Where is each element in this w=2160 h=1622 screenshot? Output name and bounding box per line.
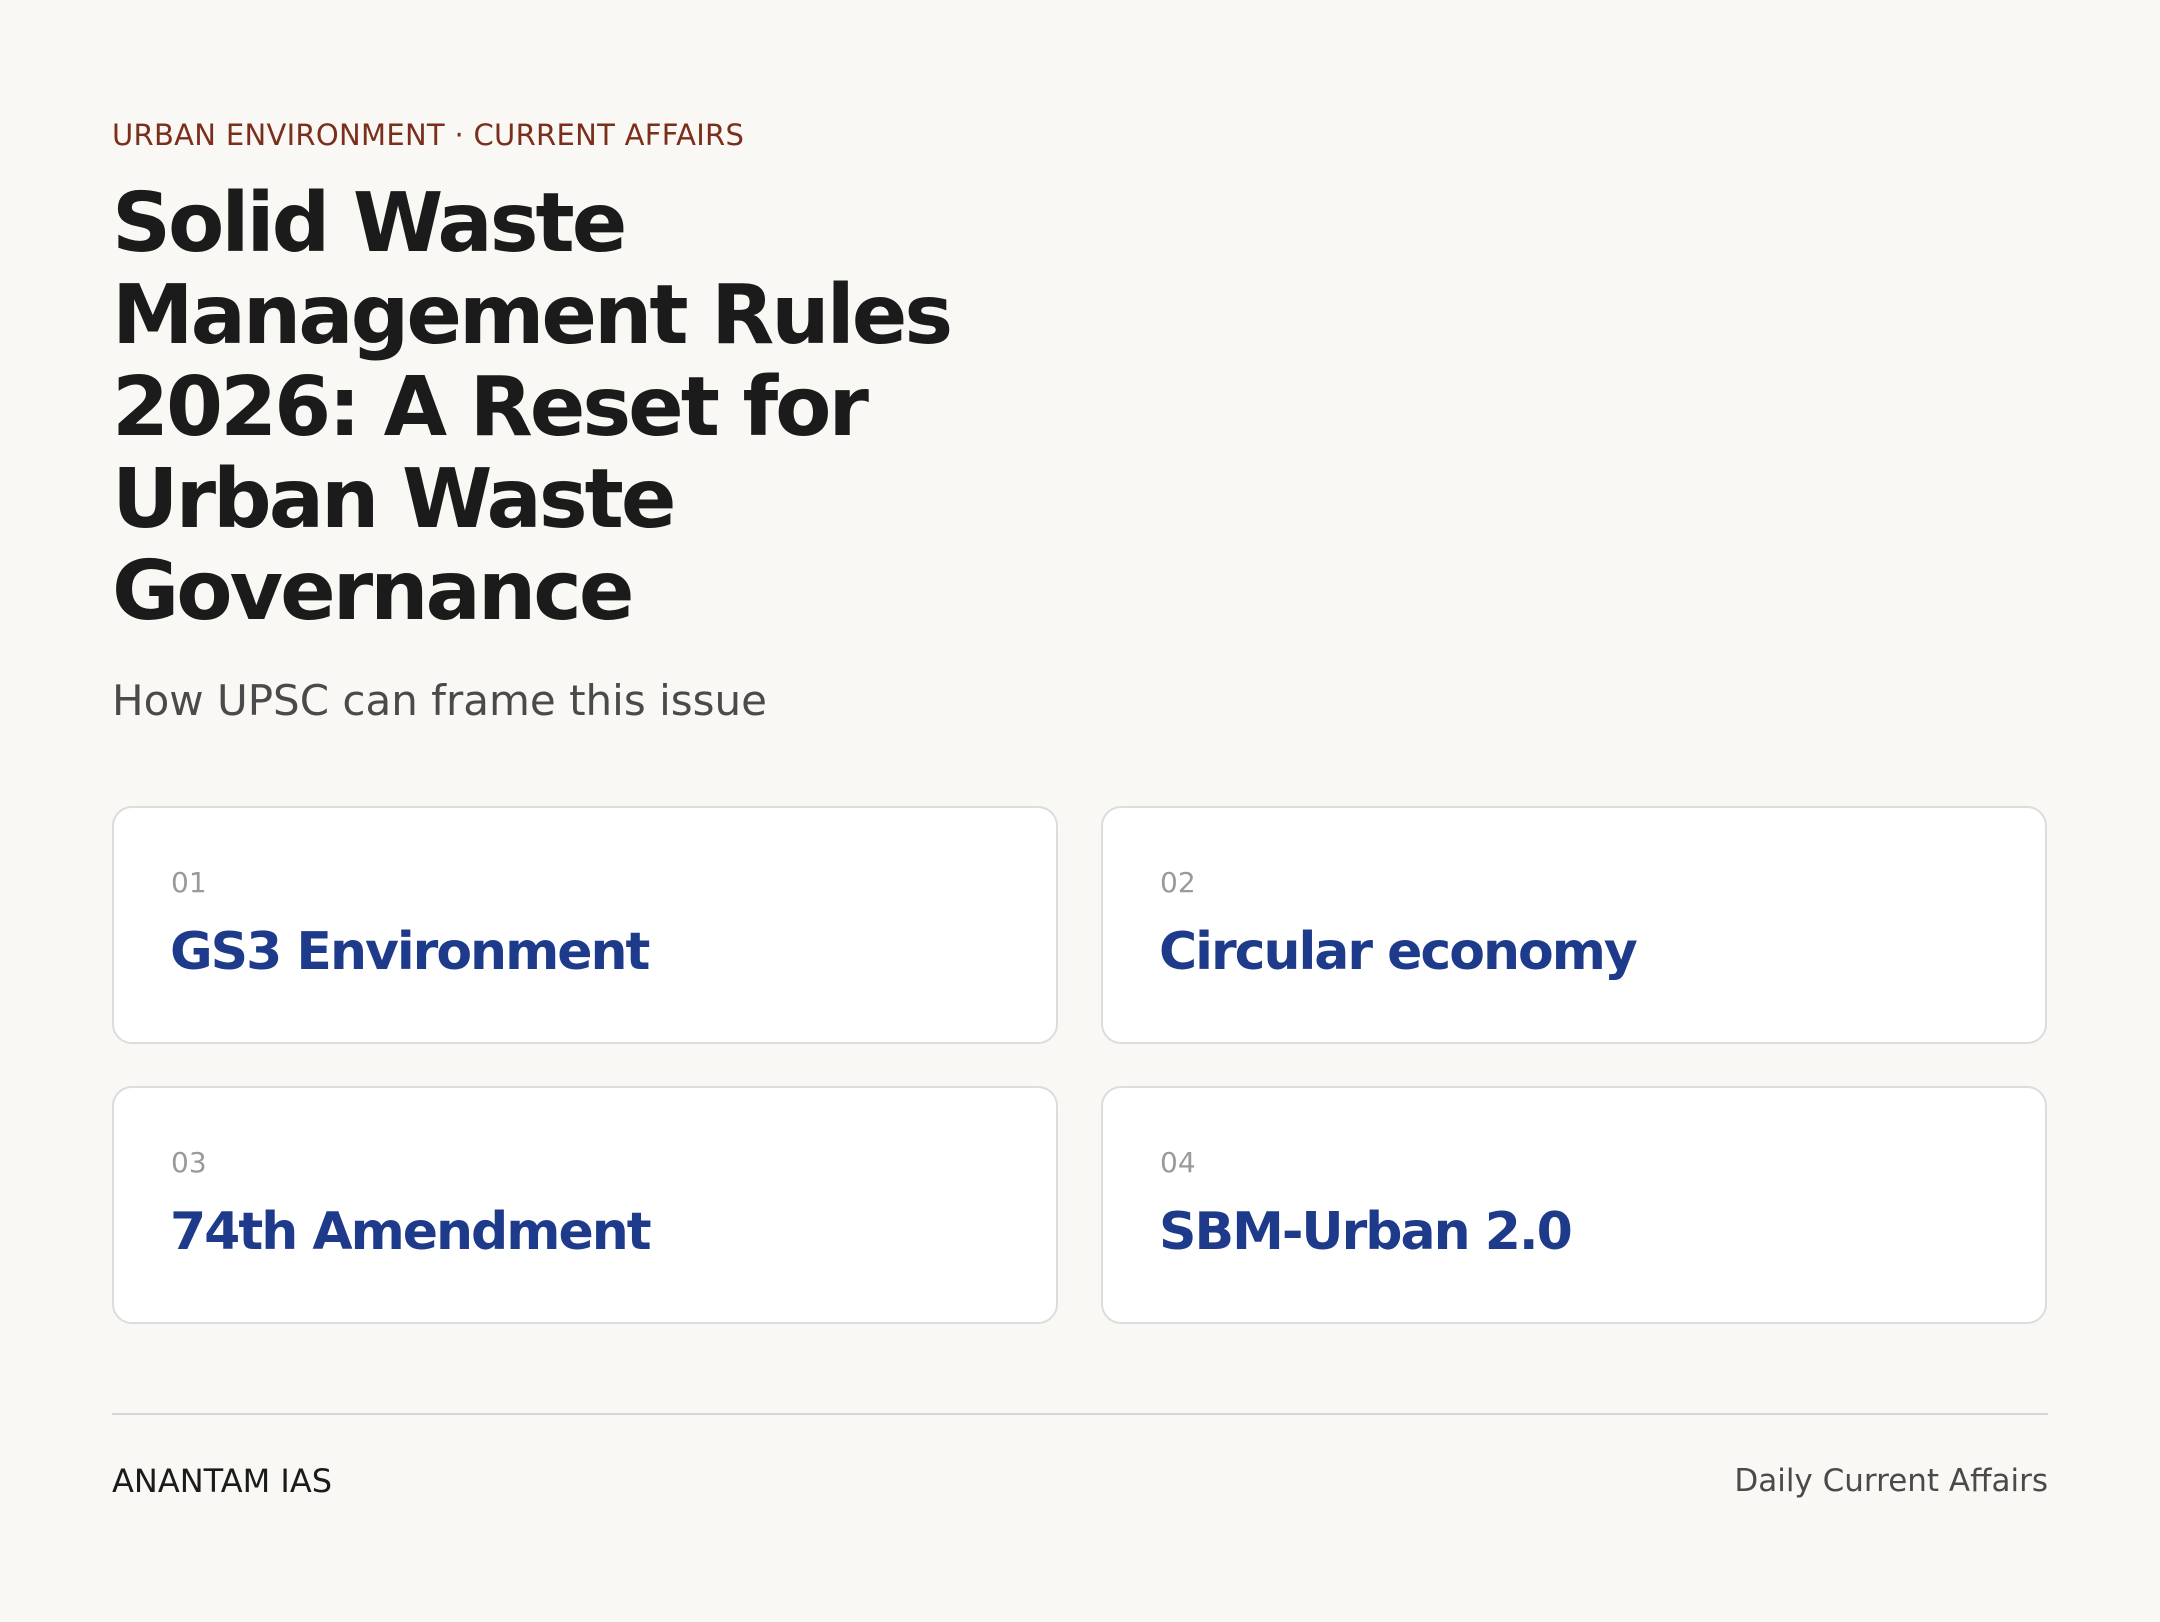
topic-card-3: 03 74th Amendment <box>112 1086 1058 1324</box>
topic-card-4: 04 SBM-Urban 2.0 <box>1101 1086 2047 1324</box>
card-number: 02 <box>1160 866 1196 899</box>
category-eyebrow: URBAN ENVIRONMENT · CURRENT AFFAIRS <box>112 118 745 152</box>
card-number: 03 <box>171 1146 207 1179</box>
footer-tagline: Daily Current Affairs <box>1734 1463 2048 1499</box>
page-subtitle: How UPSC can frame this issue <box>112 676 767 725</box>
card-number: 04 <box>1160 1146 1196 1179</box>
card-label: SBM-Urban 2.0 <box>1159 1202 1573 1262</box>
topic-card-1: 01 GS3 Environment <box>112 806 1058 1044</box>
brand-name: ANANTAM IAS <box>112 1462 333 1500</box>
page: URBAN ENVIRONMENT · CURRENT AFFAIRS Soli… <box>112 0 2048 1622</box>
card-label: GS3 Environment <box>170 922 650 982</box>
page-title: Solid Waste Management Rules 2026: A Res… <box>112 176 953 639</box>
footer-divider <box>112 1413 2048 1415</box>
topic-card-2: 02 Circular economy <box>1101 806 2047 1044</box>
card-label: Circular economy <box>1159 922 1638 982</box>
card-label: 74th Amendment <box>170 1202 652 1262</box>
card-number: 01 <box>171 866 207 899</box>
topic-cards-grid: 01 GS3 Environment 02 Circular economy 0… <box>112 806 2048 1324</box>
